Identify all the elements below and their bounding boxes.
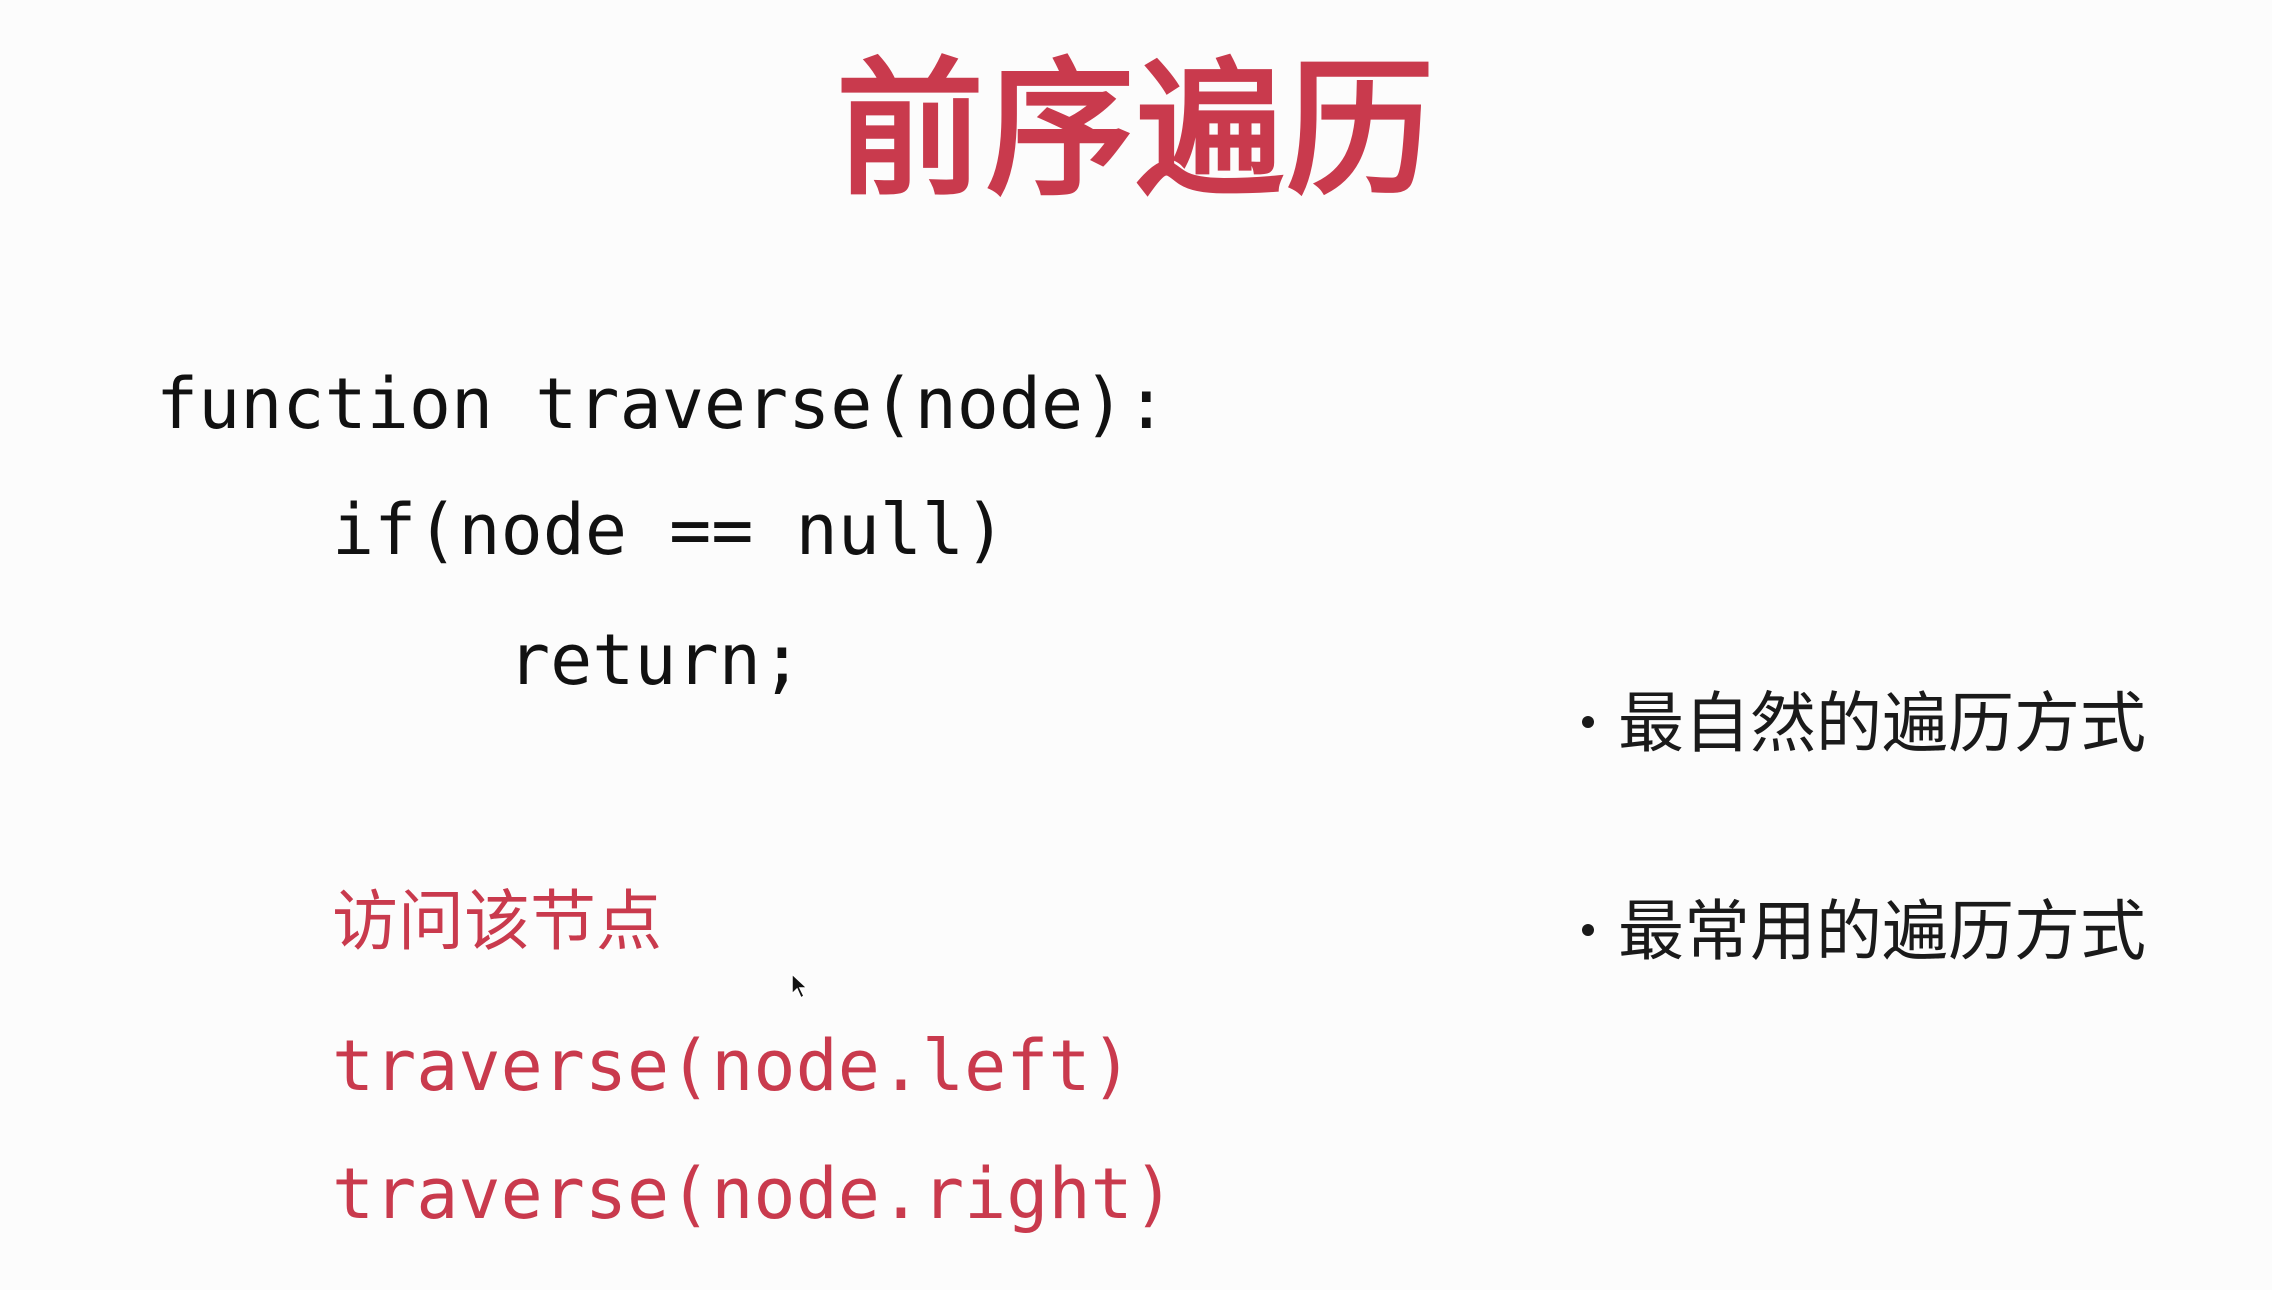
bullet-dot-icon <box>1582 715 1594 728</box>
slide: 前序遍历 function traverse(node): if(node ==… <box>0 0 2272 1290</box>
mouse-pointer-icon <box>791 972 809 1000</box>
code-line-return: return; <box>508 619 804 701</box>
bullet-dot-icon <box>1582 923 1594 936</box>
code-line-if: if(node == null) <box>332 489 1007 571</box>
code-line-traverse-right: traverse(node.right) <box>332 1153 1175 1235</box>
bullet-item-1: 最自然的遍历方式 <box>1582 682 2146 766</box>
code-line-function: function traverse(node): <box>156 363 1168 445</box>
bullet-text-2: 最常用的遍历方式 <box>1618 893 2146 970</box>
code-line-visit-node: 访问该节点 <box>332 883 662 960</box>
bullet-text-1: 最自然的遍历方式 <box>1618 685 2146 762</box>
code-line-traverse-left: traverse(node.left) <box>332 1025 1133 1107</box>
slide-title: 前序遍历 <box>836 44 1436 216</box>
bullet-item-2: 最常用的遍历方式 <box>1582 890 2146 974</box>
